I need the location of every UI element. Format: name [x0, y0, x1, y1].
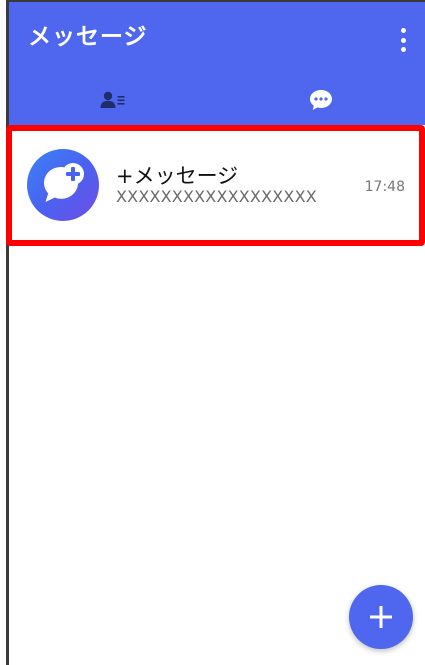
app-screen: メッセージ +メッセージ XXXXXXXXXXXXXXXXXX 17:48 — [0, 0, 425, 665]
app-title: メッセージ — [28, 24, 148, 50]
plus-message-logo-icon — [27, 149, 99, 221]
selected-tab-indicator — [217, 121, 425, 125]
conversation-time: 17:48 — [364, 179, 405, 195]
new-message-button[interactable] — [349, 585, 413, 649]
plus-icon — [370, 606, 392, 628]
conversation-preview: XXXXXXXXXXXXXXXXXX — [116, 187, 317, 206]
tab-contacts[interactable] — [9, 80, 217, 120]
more-options-icon[interactable] — [395, 26, 411, 54]
app-header: メッセージ — [9, 2, 425, 125]
conversation-item[interactable]: +メッセージ XXXXXXXXXXXXXXXXXX 17:48 — [9, 126, 425, 244]
tab-messages[interactable] — [217, 80, 425, 120]
contacts-icon — [100, 91, 125, 108]
chat-bubble-icon — [310, 90, 332, 110]
conversation-name: +メッセージ — [116, 164, 239, 188]
